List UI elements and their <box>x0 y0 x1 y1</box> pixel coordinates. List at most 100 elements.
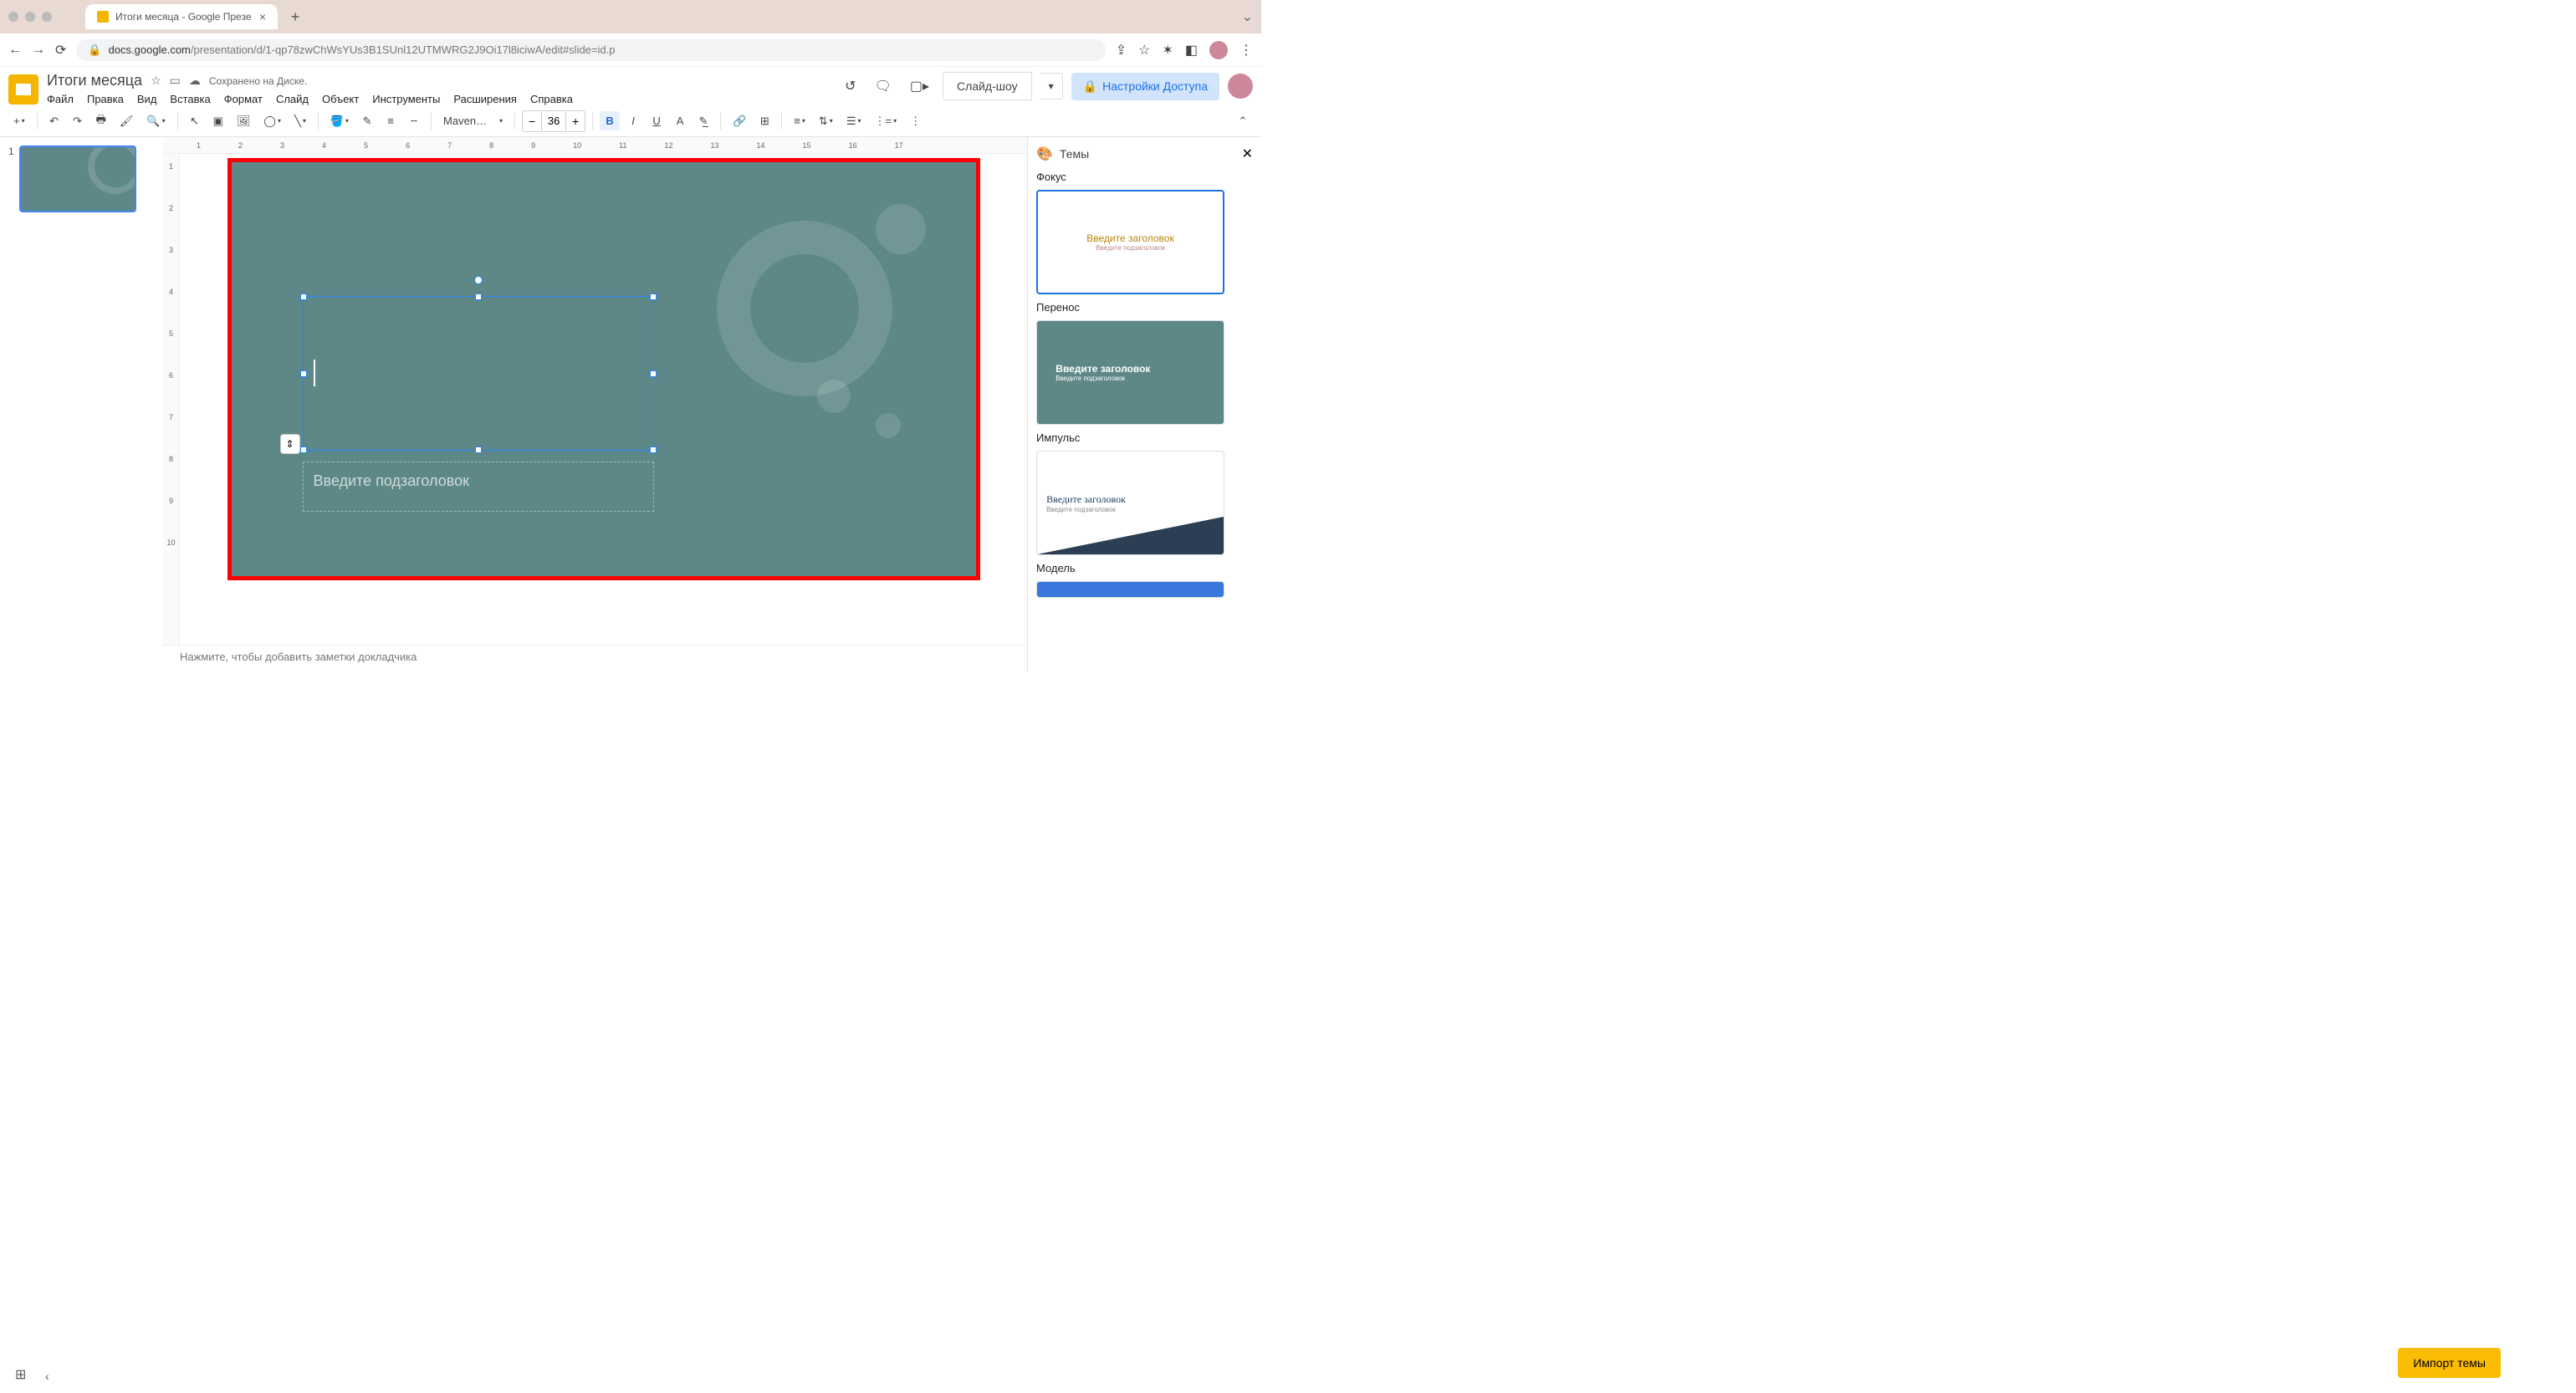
numbered-list-button[interactable]: ☰ <box>841 111 866 131</box>
paint-format-button[interactable]: 🖌 <box>115 111 139 131</box>
menu-bar: Файл Правка Вид Вставка Формат Слайд Объ… <box>47 93 831 105</box>
insert-link-button[interactable]: 🔗 <box>728 111 751 131</box>
fill-color-button[interactable]: 🪣 <box>325 111 354 131</box>
highlight-button[interactable]: ✎̲ <box>693 111 713 131</box>
history-icon[interactable]: ↺ <box>840 73 861 100</box>
resize-handle[interactable] <box>475 446 482 453</box>
line-button[interactable]: ╲ <box>289 111 311 131</box>
forward-icon[interactable]: → <box>32 43 45 58</box>
textbox-button[interactable]: ▣ <box>208 111 228 131</box>
back-icon[interactable]: ← <box>8 43 22 58</box>
canvas-area: 1234567891011121314151617 12345678910 <box>163 137 1027 671</box>
resize-handle[interactable] <box>300 446 307 453</box>
font-size-increase[interactable]: + <box>566 111 585 131</box>
resize-handle[interactable] <box>475 293 482 300</box>
present-video-icon[interactable]: ▢▸ <box>905 73 934 100</box>
theme-card-impuls[interactable]: Введите заголовок Введите подзаголовок <box>1036 451 1224 555</box>
font-size-input[interactable] <box>541 112 566 130</box>
theme-card-perenos[interactable]: Введите заголовок Введите подзаголовок <box>1036 320 1224 425</box>
bulleted-list-button[interactable]: ⋮= <box>869 111 902 131</box>
menu-view[interactable]: Вид <box>137 93 157 105</box>
tab-overflow-icon[interactable]: ⌄ <box>1242 8 1253 25</box>
menu-extensions[interactable]: Расширения <box>453 93 517 105</box>
select-tool-button[interactable]: ↖ <box>185 111 205 131</box>
share-button[interactable]: 🔒 Настройки Доступа <box>1071 73 1219 100</box>
menu-tools[interactable]: Инструменты <box>372 93 440 105</box>
menu-object[interactable]: Объект <box>322 93 359 105</box>
explore-grid-icon[interactable]: ⊞ <box>15 1366 26 1383</box>
comments-icon[interactable]: 🗨 <box>870 73 897 100</box>
tab-close-icon[interactable]: × <box>259 10 266 23</box>
rotate-handle[interactable] <box>474 276 483 284</box>
resize-handle[interactable] <box>650 370 657 377</box>
menu-file[interactable]: Файл <box>47 93 74 105</box>
resize-handle[interactable] <box>300 370 307 377</box>
browser-tab[interactable]: Итоги месяца - Google Презе × <box>85 4 278 29</box>
bookmark-icon[interactable]: ☆ <box>1138 42 1150 59</box>
extensions-icon[interactable]: ✶ <box>1162 42 1173 59</box>
line-spacing-button[interactable]: ⇅ <box>814 111 838 131</box>
account-avatar-icon[interactable] <box>1228 74 1253 99</box>
profile-avatar-icon[interactable] <box>1209 41 1228 59</box>
slide-thumbnail-row[interactable]: 1 <box>8 145 155 212</box>
italic-button[interactable]: I <box>623 111 643 130</box>
border-weight-button[interactable]: ≡ <box>381 111 401 130</box>
border-dash-button[interactable]: ╌ <box>404 111 424 131</box>
resize-handle[interactable] <box>650 446 657 453</box>
theme-card-model[interactable] <box>1036 581 1224 598</box>
star-icon[interactable]: ☆ <box>151 74 161 88</box>
close-panel-icon[interactable]: ✕ <box>1242 145 1253 162</box>
circle-decoration <box>876 204 926 254</box>
slideshow-button[interactable]: Слайд-шоу <box>943 72 1032 100</box>
insert-comment-button[interactable]: ⊞ <box>754 111 774 131</box>
share-url-icon[interactable]: ⇪ <box>1116 42 1127 59</box>
bold-button[interactable]: B <box>600 111 620 130</box>
subtitle-placeholder[interactable]: Введите подзаголовок <box>303 462 654 512</box>
move-folder-icon[interactable]: ▭ <box>170 74 181 88</box>
toolbar: + ↶ ↷ 🖶 🖌 🔍 ↖ ▣ 🖼 ◯ ╲ 🪣 ✎ ≡ ╌ Maven…▾ − … <box>0 105 1261 137</box>
align-button[interactable]: ≡ <box>789 111 810 130</box>
cloud-icon[interactable]: ☁ <box>189 74 201 88</box>
window-controls[interactable] <box>8 12 52 22</box>
browser-menu-icon[interactable]: ⋮ <box>1239 42 1253 59</box>
omnibox[interactable]: 🔒 docs.google.com/presentation/d/1-qp78z… <box>76 39 1105 61</box>
underline-button[interactable]: U <box>647 111 667 130</box>
font-size-stepper[interactable]: − + <box>522 110 585 132</box>
theme-card-fokus[interactable]: Введите заголовок Введите подзаголовок <box>1036 190 1224 294</box>
resize-handle[interactable] <box>300 293 307 300</box>
resize-handle[interactable] <box>650 293 657 300</box>
menu-help[interactable]: Справка <box>530 93 573 105</box>
menu-edit[interactable]: Правка <box>87 93 124 105</box>
menu-insert[interactable]: Вставка <box>170 93 210 105</box>
collapse-toolbar-icon[interactable]: ⌃ <box>1233 111 1253 131</box>
shape-button[interactable]: ◯ <box>258 111 286 131</box>
new-tab-button[interactable]: + <box>286 8 304 26</box>
sidepanel-icon[interactable]: ◧ <box>1185 42 1198 59</box>
zoom-button[interactable]: 🔍 <box>141 111 170 131</box>
import-theme-button[interactable]: Импорт темы <box>2398 1348 2501 1378</box>
border-color-button[interactable]: ✎ <box>357 111 377 131</box>
font-family-select[interactable]: Maven…▾ <box>438 111 508 130</box>
more-button[interactable]: ⋮ <box>905 111 926 131</box>
slides-thumbnail-panel[interactable]: 1 <box>0 137 163 671</box>
autofit-icon[interactable]: ⇕ <box>280 434 300 454</box>
slide-main[interactable]: ⇕ Введите подзаголовок <box>227 158 980 580</box>
title-textbox-selected[interactable]: ⇕ <box>303 296 654 451</box>
menu-slide[interactable]: Слайд <box>276 93 309 105</box>
slides-logo-icon[interactable] <box>8 74 38 105</box>
redo-button[interactable]: ↷ <box>68 111 88 131</box>
print-button[interactable]: 🖶 <box>91 109 111 134</box>
slideshow-dropdown[interactable]: ▾ <box>1040 73 1063 100</box>
menu-format[interactable]: Формат <box>224 93 263 105</box>
canvas[interactable]: ⇕ Введите подзаголовок <box>180 154 1027 645</box>
speaker-notes[interactable]: Нажмите, чтобы добавить заметки докладчи… <box>163 645 1027 671</box>
new-slide-button[interactable]: + <box>8 111 30 130</box>
slide-thumb-1[interactable] <box>19 145 136 212</box>
image-button[interactable]: 🖼 <box>232 111 256 131</box>
undo-button[interactable]: ↶ <box>44 111 64 131</box>
reload-icon[interactable]: ⟳ <box>55 42 66 59</box>
doc-title[interactable]: Итоги месяца <box>47 72 142 89</box>
font-size-decrease[interactable]: − <box>523 111 541 131</box>
text-color-button[interactable]: A <box>670 111 690 130</box>
explore-arrow-icon[interactable]: ‹ <box>45 1370 49 1383</box>
